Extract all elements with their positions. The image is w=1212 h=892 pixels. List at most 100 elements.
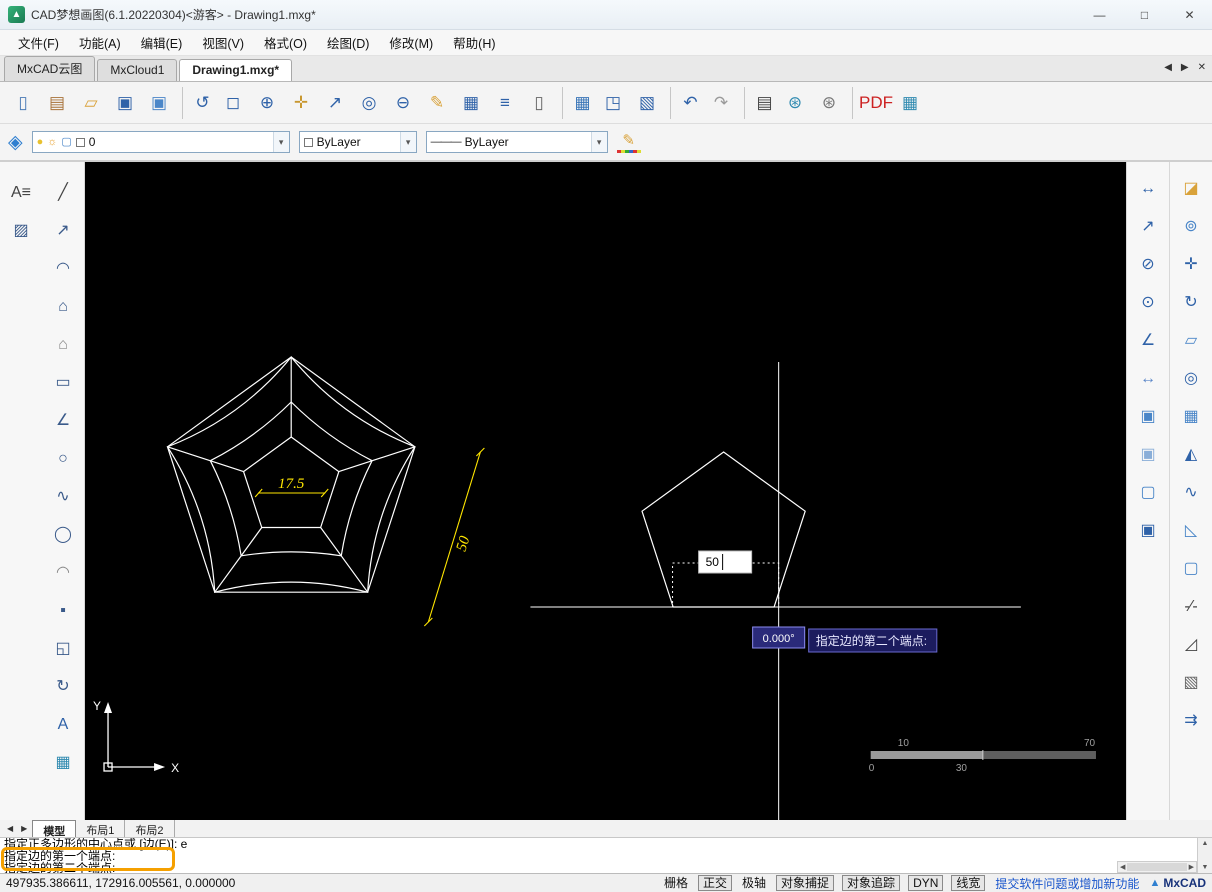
- menu-function[interactable]: 功能(A): [69, 30, 131, 55]
- tab-scroll-left-icon[interactable]: ◀: [1164, 62, 1172, 73]
- zoom-window-icon[interactable]: ◻: [216, 87, 250, 119]
- zoom-scale-icon[interactable]: ↗: [318, 87, 352, 119]
- copy-icon[interactable]: ⊚: [1176, 212, 1206, 242]
- draw-color-icon[interactable]: ✎: [420, 87, 454, 119]
- offset-icon[interactable]: ◎: [1176, 364, 1206, 394]
- feedback-link[interactable]: 提交软件问题或增加新功能: [995, 875, 1139, 892]
- command-hscrollbar[interactable]: ◀ ▶: [1117, 861, 1197, 873]
- status-ortho[interactable]: 正交: [698, 875, 732, 891]
- draworder-front-icon[interactable]: ▣: [1133, 402, 1163, 432]
- zoom-out-icon[interactable]: ⊖: [386, 87, 420, 119]
- layout-scroll-left-icon[interactable]: ◀: [4, 824, 16, 833]
- rotate-icon[interactable]: ↻: [1176, 288, 1206, 318]
- mirror-icon[interactable]: ◭: [1176, 440, 1206, 470]
- chamfer-icon[interactable]: ◿: [1176, 630, 1206, 660]
- ellipse-arc-icon[interactable]: ◠: [48, 558, 78, 588]
- dimension-17-5[interactable]: 17.5: [255, 476, 328, 497]
- zoom-in-icon[interactable]: ⊕: [250, 87, 284, 119]
- insert-image-icon[interactable]: ▦: [893, 87, 927, 119]
- select-export-icon[interactable]: ◳: [596, 87, 630, 119]
- image-icon[interactable]: ▦: [48, 748, 78, 778]
- point-icon[interactable]: ▪: [48, 596, 78, 626]
- table-icon[interactable]: ▦: [454, 87, 488, 119]
- undo-icon[interactable]: ↶: [670, 87, 704, 119]
- dyn-input-field[interactable]: 50: [699, 551, 752, 573]
- pan-icon[interactable]: ✛: [284, 87, 318, 119]
- scrollbar-track[interactable]: [1127, 863, 1186, 871]
- dropdown-arrow-icon[interactable]: ▾: [400, 132, 416, 152]
- menu-modify[interactable]: 修改(M): [379, 30, 443, 55]
- maximize-button[interactable]: □: [1122, 0, 1167, 29]
- region-icon[interactable]: ◱: [48, 634, 78, 664]
- erase-icon[interactable]: ◪: [1176, 174, 1206, 204]
- draworder-back-icon[interactable]: ▣: [1133, 440, 1163, 470]
- linetype-select[interactable]: ——— ByLayer ▾: [426, 131, 608, 153]
- status-dyn[interactable]: DYN: [908, 875, 943, 891]
- box3d-icon[interactable]: ▧: [1176, 668, 1206, 698]
- save-icon[interactable]: ▣: [108, 87, 142, 119]
- command-vscrollbar[interactable]: ▲ ▼: [1197, 838, 1212, 873]
- ellipse-icon[interactable]: ◯: [48, 520, 78, 550]
- status-grid[interactable]: 栅格: [662, 876, 690, 890]
- zoom-previous-icon[interactable]: ↺: [182, 87, 216, 119]
- tab-layout1[interactable]: 布局1: [76, 820, 125, 837]
- color-select[interactable]: ByLayer ▾: [299, 131, 417, 153]
- menu-format[interactable]: 格式(O): [254, 30, 317, 55]
- text-icon[interactable]: A: [48, 710, 78, 740]
- scroll-left-icon[interactable]: ◀: [1120, 863, 1125, 871]
- rotate-copy-icon[interactable]: ↻: [48, 672, 78, 702]
- dim-angular-icon[interactable]: ∠: [1133, 326, 1163, 356]
- status-lineweight[interactable]: 线宽: [951, 875, 985, 891]
- spline-icon[interactable]: ∿: [48, 482, 78, 512]
- stretch-icon[interactable]: ▱: [1176, 326, 1206, 356]
- tab-mxcad-cloud[interactable]: MxCAD云图: [4, 56, 95, 81]
- menu-edit[interactable]: 编辑(E): [131, 30, 193, 55]
- polygon-icon[interactable]: ⌂: [48, 292, 78, 322]
- tab-scroll-right-icon[interactable]: ▶: [1181, 62, 1189, 73]
- line-icon[interactable]: ╱: [48, 178, 78, 208]
- scroll-down-icon[interactable]: ▼: [1202, 864, 1209, 871]
- drawing-surface[interactable]: 17.5 50 50 0.000°: [85, 162, 1126, 820]
- dropdown-arrow-icon[interactable]: ▾: [591, 132, 607, 152]
- draworder-above-icon[interactable]: ▢: [1133, 478, 1163, 508]
- dim-radius-icon[interactable]: ⊙: [1133, 288, 1163, 318]
- align-icon[interactable]: ⇉: [1176, 706, 1206, 736]
- zoom-extents-icon[interactable]: ◎: [352, 87, 386, 119]
- open-folder-icon[interactable]: ▱: [74, 87, 108, 119]
- circle-icon[interactable]: ○: [48, 444, 78, 474]
- menu-help[interactable]: 帮助(H): [443, 30, 505, 55]
- command-line-area[interactable]: 指定正多边形的中心点或 [边(E)]: e 指定边的第一个端点: 指定边的第二个…: [0, 838, 1212, 874]
- polyline-icon[interactable]: ∠: [48, 406, 78, 436]
- sketchpad-icon[interactable]: ▤: [40, 87, 74, 119]
- viewport-icon[interactable]: ▯: [522, 87, 556, 119]
- redo-icon[interactable]: ↷: [704, 87, 738, 119]
- web-publish-icon[interactable]: ⊛: [778, 87, 812, 119]
- layout-scroll-right-icon[interactable]: ▶: [18, 824, 30, 833]
- dim-rotated-icon[interactable]: ↔: [1133, 364, 1163, 394]
- menu-draw[interactable]: 绘图(D): [317, 30, 379, 55]
- tab-layout2[interactable]: 布局2: [125, 820, 174, 837]
- layer-manager-icon[interactable]: ◈: [8, 131, 23, 154]
- tab-mxcloud1[interactable]: MxCloud1: [97, 59, 177, 81]
- save-all-icon[interactable]: ▣: [142, 87, 176, 119]
- status-polar[interactable]: 极轴: [740, 876, 768, 890]
- layer-select[interactable]: ● ☼ ▢ 0 ▾: [32, 131, 290, 153]
- break-icon[interactable]: -∕-: [1176, 592, 1206, 622]
- text-lines-icon[interactable]: ≡: [488, 87, 522, 119]
- text-style-icon[interactable]: A≡: [6, 178, 36, 208]
- menu-view[interactable]: 视图(V): [192, 30, 254, 55]
- status-osnap[interactable]: 对象捕捉: [776, 875, 834, 891]
- tab-close-icon[interactable]: ✕: [1198, 62, 1206, 73]
- dropdown-arrow-icon[interactable]: ▾: [273, 132, 289, 152]
- status-otrack[interactable]: 对象追踪: [842, 875, 900, 891]
- drawing-canvas[interactable]: 17.5 50 50 0.000°: [85, 162, 1126, 820]
- scroll-right-icon[interactable]: ▶: [1189, 863, 1194, 871]
- tab-drawing1[interactable]: Drawing1.mxg*: [179, 59, 292, 81]
- extend-icon[interactable]: ▢: [1176, 554, 1206, 584]
- polygon-outline-icon[interactable]: ⌂: [48, 330, 78, 360]
- web-preview-icon[interactable]: ⊛: [812, 87, 846, 119]
- tab-model[interactable]: 模型: [32, 820, 76, 837]
- print-icon[interactable]: ▤: [744, 87, 778, 119]
- array-icon[interactable]: ▦: [1176, 402, 1206, 432]
- move-icon[interactable]: ✛: [1176, 250, 1206, 280]
